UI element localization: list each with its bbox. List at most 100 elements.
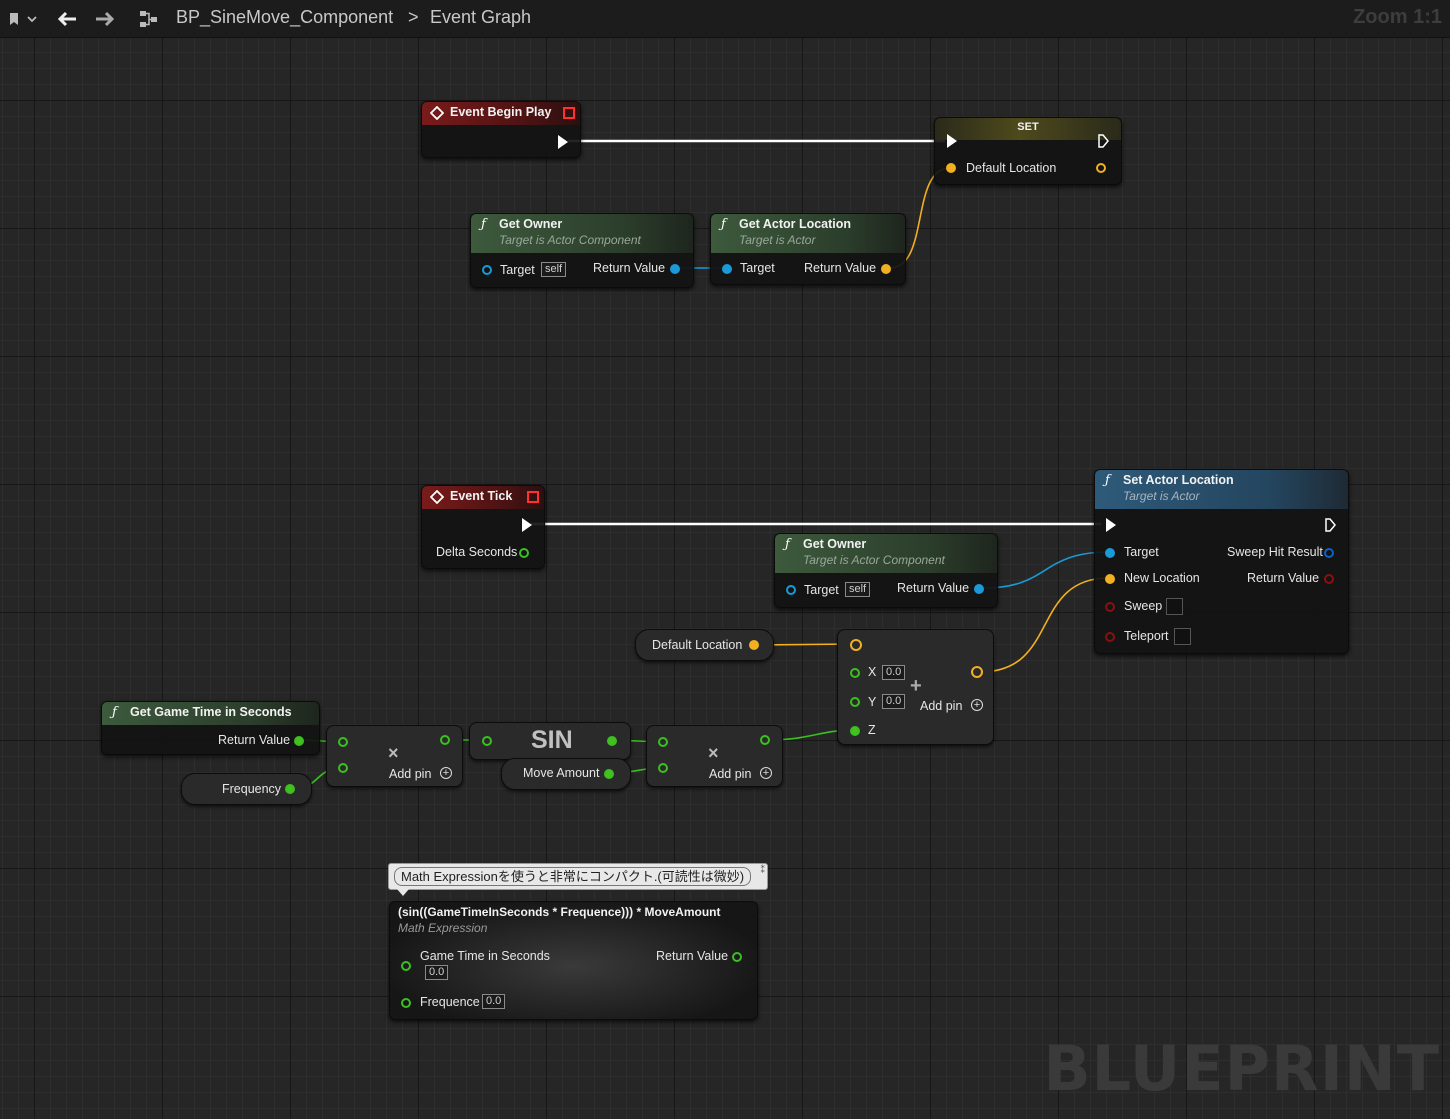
exec-out-pin[interactable] (522, 518, 532, 532)
node-header: SET (935, 118, 1121, 140)
target-in-pin[interactable] (1105, 548, 1115, 558)
node-get-owner[interactable]: ƒ Get Owner Target is Actor Component Ta… (470, 213, 694, 288)
delegate-pin-icon[interactable] (563, 107, 575, 119)
add-operator-icon: + (910, 675, 922, 697)
a-in-pin[interactable] (658, 737, 668, 747)
return-value-out-pin[interactable] (732, 952, 742, 962)
result-out-pin[interactable] (440, 735, 450, 745)
game-time-in-pin[interactable] (401, 961, 411, 971)
node-move-amount-variable[interactable]: Move Amount (501, 758, 631, 790)
node-set-actor-location[interactable]: ƒ Set Actor Location Target is Actor Tar… (1094, 469, 1349, 654)
function-icon: ƒ (785, 537, 790, 552)
breadcrumb-separator: > (408, 7, 419, 27)
add-pin-icon[interactable]: + (440, 767, 452, 779)
default-location-in-pin[interactable] (946, 163, 956, 173)
z-in-pin[interactable] (850, 726, 860, 736)
new-location-in-pin[interactable] (1105, 574, 1115, 584)
back-arrow-icon[interactable] (54, 0, 80, 37)
pin-label: Teleport (1124, 629, 1169, 643)
result-out-pin[interactable] (760, 735, 770, 745)
bookmark-icon[interactable] (4, 0, 24, 37)
return-value-out-pin[interactable] (881, 264, 891, 274)
sweep-checkbox[interactable] (1166, 598, 1183, 615)
node-multiply-2[interactable]: × Add pin + (646, 725, 783, 787)
comment-bubble[interactable]: Math Expressionを使うと非常にコンパクト.(可読性は微妙) ⁑ (388, 863, 768, 896)
frequence-value-field[interactable]: 0.0 (482, 994, 506, 1009)
node-title: Get Owner (803, 537, 867, 551)
add-pin-label[interactable]: Add pin (389, 767, 431, 781)
node-get-actor-location[interactable]: ƒ Get Actor Location Target is Actor Tar… (710, 213, 906, 285)
sweep-in-pin[interactable] (1105, 602, 1115, 612)
sweep-hit-result-out-pin[interactable] (1324, 548, 1334, 558)
add-pin-label[interactable]: Add pin (709, 767, 751, 781)
self-default-box[interactable]: self (541, 262, 567, 277)
exec-in-pin[interactable] (947, 134, 957, 148)
forward-arrow-icon[interactable] (92, 0, 118, 37)
target-in-pin[interactable] (786, 585, 796, 595)
node-subtitle: Target is Actor Component (803, 553, 945, 567)
node-event-begin-play[interactable]: Event Begin Play (421, 101, 581, 158)
vector-out-pin[interactable] (971, 666, 983, 678)
wire-vector-newlocation (979, 577, 1110, 673)
add-pin-icon[interactable]: + (971, 699, 983, 711)
exec-out-pin[interactable] (558, 135, 568, 149)
variable-label: Move Amount (523, 766, 600, 780)
chevron-down-icon[interactable] (24, 0, 40, 37)
add-pin-icon[interactable]: + (760, 767, 772, 779)
node-math-expression[interactable]: (sin((GameTimeInSeconds * Frequence))) *… (389, 901, 758, 1020)
add-pin-label[interactable]: Add pin (920, 699, 962, 713)
pin-label: Target (804, 583, 839, 597)
game-time-value-field[interactable]: 0.0 (425, 965, 449, 980)
delta-seconds-out-pin[interactable] (519, 548, 529, 558)
node-header: ƒ Set Actor Location Target is Actor (1095, 470, 1348, 509)
pin-label: Target (1124, 545, 1159, 559)
teleport-checkbox[interactable] (1174, 628, 1191, 645)
frequency-out-pin[interactable] (285, 784, 295, 794)
b-in-pin[interactable] (338, 763, 348, 773)
node-set-default-location[interactable]: SET Default Location (934, 117, 1122, 185)
node-multiply-1[interactable]: × Add pin + (326, 725, 463, 787)
return-value-out-pin[interactable] (670, 264, 680, 274)
exec-out-pin[interactable] (1098, 134, 1109, 148)
node-get-game-time[interactable]: ƒ Get Game Time in Seconds Return Value (101, 701, 320, 755)
exec-in-pin[interactable] (1106, 518, 1116, 532)
default-location-out-pin[interactable] (749, 640, 759, 650)
pin-label: Return Value (593, 261, 666, 275)
pin-label: Y (868, 695, 877, 709)
sin-in-pin[interactable] (482, 736, 492, 746)
breadcrumb-asset[interactable]: BP_SineMove_Component (176, 7, 393, 28)
x-value-field[interactable]: 0.0 (882, 665, 906, 680)
x-in-pin[interactable] (850, 668, 860, 678)
frequence-in-pin[interactable] (401, 998, 411, 1008)
vector-a-in-pin[interactable] (850, 639, 862, 651)
move-amount-out-pin[interactable] (604, 769, 614, 779)
node-sin[interactable]: SIN (469, 722, 631, 760)
target-in-pin[interactable] (482, 265, 492, 275)
sin-out-pin[interactable] (607, 736, 617, 746)
exec-out-pin[interactable] (1325, 518, 1336, 532)
node-subtitle: Target is Actor (1123, 489, 1200, 503)
return-value-out-pin[interactable] (974, 584, 984, 594)
node-default-location-variable[interactable]: Default Location (635, 629, 774, 661)
y-value-field[interactable]: 0.0 (882, 694, 906, 709)
b-in-pin[interactable] (658, 763, 668, 773)
teleport-in-pin[interactable] (1105, 632, 1115, 642)
delegate-pin-icon[interactable] (527, 491, 539, 503)
function-icon: ƒ (481, 217, 486, 232)
breadcrumb-graph[interactable]: Event Graph (430, 7, 531, 28)
node-event-tick[interactable]: Event Tick Delta Seconds (421, 485, 545, 569)
y-in-pin[interactable] (850, 697, 860, 707)
return-value-out-pin[interactable] (1324, 574, 1334, 584)
node-frequency-variable[interactable]: Frequency (181, 773, 312, 805)
default-location-out-pin[interactable] (1096, 163, 1106, 173)
self-default-box[interactable]: self (845, 582, 871, 597)
a-in-pin[interactable] (338, 737, 348, 747)
return-value-out-pin[interactable] (294, 736, 304, 746)
target-in-pin[interactable] (722, 264, 732, 274)
node-subtitle: Math Expression (398, 921, 488, 935)
pin-comment-icon[interactable]: ⁑ (761, 866, 766, 875)
node-get-owner-2[interactable]: ƒ Get Owner Target is Actor Component Ta… (774, 533, 998, 608)
node-subtitle: Target is Actor Component (499, 233, 641, 247)
node-title: Event Begin Play (450, 105, 552, 119)
node-add-vector[interactable]: X 0.0 Y 0.0 + Z Add pin + (837, 629, 994, 745)
